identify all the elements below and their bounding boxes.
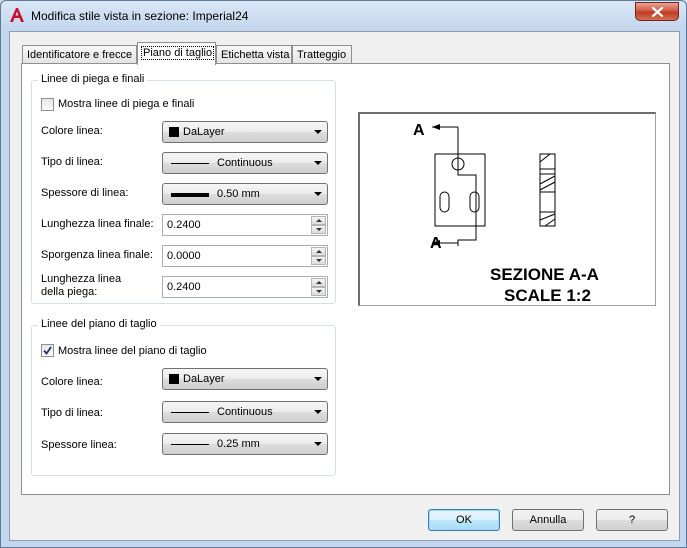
ok-button[interactable]: OK bbox=[428, 509, 500, 531]
bend-line-type-label: Tipo di linea: bbox=[41, 156, 103, 168]
show-bend-lines-label: Mostra linee di piega e finali bbox=[58, 98, 195, 110]
spin-down-button[interactable] bbox=[311, 256, 326, 265]
title-bar[interactable]: Modifica stile vista in sezione: Imperia… bbox=[1, 1, 686, 31]
cutting-line-type-select[interactable]: Continuous bbox=[162, 401, 328, 423]
section-view-preview: A A SEZIONE A-A SCALE 1:2 bbox=[413, 122, 599, 305]
tab-label: Etichetta vista bbox=[221, 49, 290, 61]
arrow-down-icon bbox=[316, 228, 322, 231]
close-button[interactable] bbox=[635, 2, 679, 21]
spin-down-button[interactable] bbox=[311, 225, 326, 234]
end-line-length-stepper[interactable] bbox=[162, 214, 328, 236]
close-icon bbox=[651, 7, 664, 17]
tab-hatch[interactable]: Tratteggio bbox=[292, 45, 352, 64]
bend-line-length-label-line2: della piega: bbox=[41, 286, 98, 298]
help-button[interactable]: ? bbox=[596, 509, 668, 531]
chevron-down-icon bbox=[314, 192, 322, 196]
section-marker-bottom: A bbox=[430, 235, 442, 252]
tab-view-label[interactable]: Etichetta vista bbox=[216, 45, 292, 64]
end-line-overshoot-stepper[interactable] bbox=[162, 245, 328, 267]
lineweight-sample bbox=[171, 193, 209, 197]
spin-up-button[interactable] bbox=[311, 247, 326, 256]
dialog-window: Modifica stile vista in sezione: Imperia… bbox=[0, 0, 687, 548]
linetype-sample bbox=[171, 412, 209, 413]
bend-line-weight-label: Spessore di linea: bbox=[41, 187, 129, 199]
end-line-overshoot-label: Sporgenza linea finale: bbox=[41, 249, 153, 261]
cutting-plane-lines-group: Linee del piano di taglio Mostra linee d… bbox=[31, 318, 336, 476]
select-value: Continuous bbox=[217, 157, 273, 169]
group-title: Linee di piega e finali bbox=[38, 73, 148, 85]
section-title-text: SEZIONE A-A bbox=[490, 265, 599, 284]
cutting-line-color-label: Colore linea: bbox=[41, 376, 103, 388]
chevron-down-icon bbox=[314, 130, 322, 134]
show-cutting-plane-lines-checkbox[interactable] bbox=[41, 344, 54, 357]
show-cutting-plane-lines-label: Mostra linee del piano di taglio bbox=[58, 345, 207, 357]
select-value: 0.25 mm bbox=[217, 438, 260, 450]
section-scale-text: SCALE 1:2 bbox=[504, 286, 591, 304]
color-swatch bbox=[169, 374, 179, 384]
select-value: DaLayer bbox=[183, 126, 225, 138]
bend-line-length-stepper[interactable] bbox=[162, 276, 328, 298]
arrow-down-icon bbox=[316, 259, 322, 262]
cutting-line-weight-select[interactable]: 0.25 mm bbox=[162, 433, 328, 455]
cancel-button[interactable]: Annulla bbox=[512, 509, 584, 531]
spin-up-button[interactable] bbox=[311, 216, 326, 225]
dialog-client-area: Identificatore e frecce Piano di taglio … bbox=[9, 31, 680, 541]
tab-label: Piano di taglio bbox=[140, 46, 215, 60]
bend-line-length-input[interactable] bbox=[163, 277, 309, 297]
arrow-up-icon bbox=[316, 281, 322, 284]
linetype-sample bbox=[171, 163, 209, 164]
spin-up-button[interactable] bbox=[311, 278, 326, 287]
cutting-line-color-select[interactable]: DaLayer bbox=[162, 368, 328, 390]
window-title: Modifica stile vista in sezione: Imperia… bbox=[31, 9, 249, 23]
select-value: 0.50 mm bbox=[217, 188, 260, 200]
arrow-up-icon bbox=[316, 250, 322, 253]
chevron-down-icon bbox=[314, 161, 322, 165]
show-bend-lines-checkbox[interactable] bbox=[41, 98, 54, 111]
tab-cutting-plane[interactable]: Piano di taglio bbox=[137, 42, 216, 65]
section-marker-top: A bbox=[413, 122, 425, 139]
bend-lines-group: Linee di piega e finali Mostra linee di … bbox=[31, 73, 336, 304]
end-line-overshoot-input[interactable] bbox=[163, 246, 309, 266]
tab-panel: Linee di piega e finali Mostra linee di … bbox=[21, 63, 670, 495]
checkmark-icon bbox=[43, 346, 52, 355]
preview-pane: A A SEZIONE A-A SCALE 1:2 bbox=[358, 112, 656, 306]
arrow-up-icon bbox=[316, 219, 322, 222]
color-swatch bbox=[169, 127, 179, 137]
chevron-down-icon bbox=[314, 442, 322, 446]
tab-label: Tratteggio bbox=[297, 49, 347, 61]
end-line-length-input[interactable] bbox=[163, 215, 309, 235]
bend-line-color-select[interactable]: DaLayer bbox=[162, 121, 328, 143]
tab-label: Identificatore e frecce bbox=[27, 49, 133, 61]
end-line-length-label: Lunghezza linea finale: bbox=[41, 218, 154, 230]
tab-identifier-arrows[interactable]: Identificatore e frecce bbox=[22, 45, 137, 64]
cutting-line-weight-label: Spessore linea: bbox=[41, 439, 117, 451]
bend-line-type-select[interactable]: Continuous bbox=[162, 152, 328, 174]
lineweight-sample bbox=[171, 444, 209, 445]
group-title: Linee del piano di taglio bbox=[38, 318, 160, 330]
spin-down-button[interactable] bbox=[311, 287, 326, 296]
bend-line-length-label-line1: Lunghezza linea bbox=[41, 273, 122, 285]
bend-line-color-label: Colore linea: bbox=[41, 125, 103, 137]
cutting-line-type-label: Tipo di linea: bbox=[41, 407, 103, 419]
bend-line-weight-select[interactable]: 0.50 mm bbox=[162, 183, 328, 205]
chevron-down-icon bbox=[314, 410, 322, 414]
autocad-logo-icon bbox=[10, 8, 24, 22]
select-value: Continuous bbox=[217, 406, 273, 418]
select-value: DaLayer bbox=[183, 373, 225, 385]
arrow-down-icon bbox=[316, 290, 322, 293]
chevron-down-icon bbox=[314, 377, 322, 381]
